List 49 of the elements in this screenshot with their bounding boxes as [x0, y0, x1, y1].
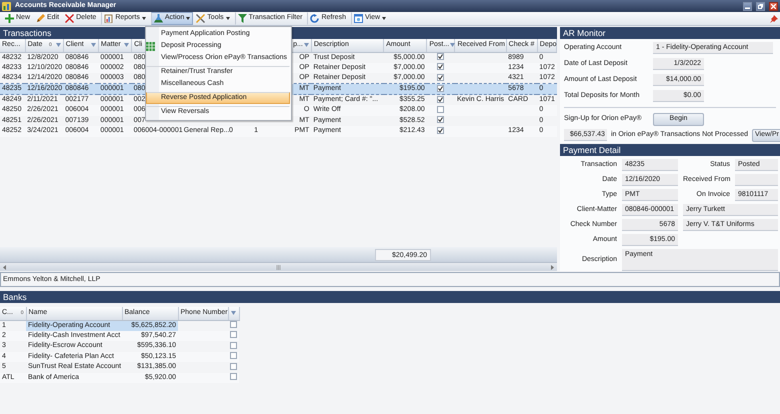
panel-header: Banks [0, 291, 780, 303]
x-icon [65, 14, 74, 23]
caret-icon [142, 17, 146, 20]
panel-header: AR Monitor [560, 27, 780, 39]
tools-icon [196, 14, 206, 23]
minimize-button[interactable] [743, 2, 752, 10]
panel-header: Payment Detail [560, 144, 780, 156]
caret-icon [226, 17, 230, 20]
close-button[interactable] [769, 2, 778, 10]
grip-icon[interactable] [276, 264, 281, 270]
checkbox[interactable] [437, 63, 444, 70]
checkbox[interactable] [437, 116, 444, 124]
filter-icon[interactable] [304, 43, 309, 48]
scrollbar[interactable] [0, 262, 557, 271]
refresh-icon [310, 14, 320, 23]
filter-icon[interactable] [450, 43, 456, 48]
restore-button[interactable] [756, 2, 765, 10]
scroll-left-icon[interactable] [3, 264, 6, 270]
filter-icon[interactable] [124, 43, 130, 48]
checkbox[interactable] [230, 352, 237, 360]
report-icon [104, 14, 114, 23]
close-icon [771, 4, 776, 8]
app-icon [2, 2, 11, 10]
checkbox[interactable] [437, 84, 444, 92]
checkbox[interactable] [230, 342, 237, 349]
flask-icon [154, 14, 163, 23]
grid-icon [146, 42, 155, 51]
pin-icon[interactable] [770, 14, 778, 22]
checkbox[interactable] [437, 96, 444, 103]
checkbox[interactable] [230, 331, 237, 338]
restore-icon [758, 4, 763, 8]
caret-icon [186, 17, 190, 20]
funnel-icon [238, 14, 247, 23]
empty-field [735, 174, 778, 186]
scroll-right-icon[interactable] [551, 264, 554, 270]
checkbox[interactable] [230, 362, 237, 370]
checkbox[interactable] [230, 321, 237, 328]
filter-icon[interactable] [230, 311, 236, 316]
filter-icon[interactable] [90, 43, 96, 48]
checkbox[interactable] [437, 74, 444, 81]
filter-icon[interactable] [56, 43, 61, 48]
checkbox[interactable] [437, 53, 444, 60]
checkbox[interactable] [437, 126, 444, 134]
plus-icon [5, 14, 14, 23]
checkbox[interactable] [437, 106, 444, 113]
caret-icon [382, 17, 386, 20]
pencil-icon [36, 14, 46, 23]
checkbox[interactable] [230, 373, 237, 380]
window-icon [354, 14, 363, 23]
